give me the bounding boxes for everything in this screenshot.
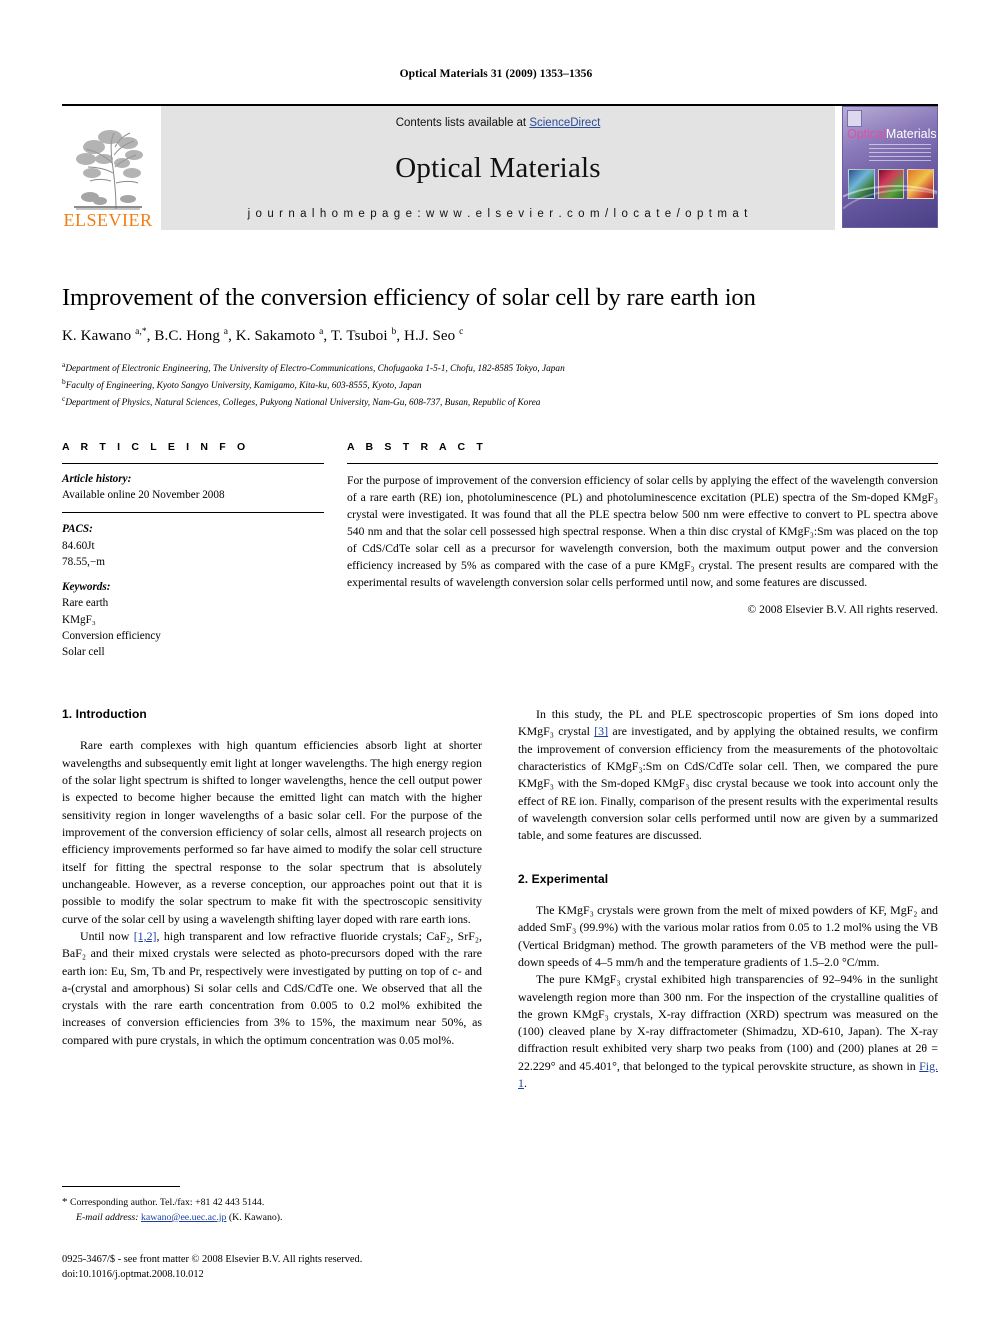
article-history-value: Available online 20 November 2008: [62, 489, 225, 502]
study-paragraph: In this study, the PL and PLE spectrosco…: [518, 706, 938, 845]
experimental-p2-text-b: .: [523, 1076, 527, 1091]
sciencedirect-link[interactable]: ScienceDirect: [529, 117, 600, 129]
section-heading-experimental: 2. Experimental: [518, 871, 609, 886]
affiliation-text-a: Department of Electronic Engineering, Th…: [65, 364, 565, 374]
abstract-text: For the purpose of improvement of the co…: [347, 474, 938, 590]
email-link[interactable]: kawano@ee.uec.ac.jp: [141, 1212, 226, 1223]
title-block: Improvement of the conversion efficiency…: [62, 284, 938, 411]
body-column-right: In this study, the PL and PLE spectrosco…: [518, 706, 938, 1092]
article-history-label: Article history:: [62, 473, 132, 485]
email-note: E-mail address: kawano@ee.uec.ac.jp (K. …: [62, 1211, 482, 1226]
paper-page: Optical Materials 31 (2009) 1353–1356 EL…: [0, 0, 992, 1323]
author-list: K. Kawano a,*, B.C. Hong a, K. Sakamoto …: [62, 326, 464, 344]
pacs-group: PACS: 84.60Jt 78.55,−m: [62, 513, 324, 570]
keyword-3: Solar cell: [62, 646, 105, 659]
running-head: Optical Materials 31 (2009) 1353–1356: [399, 68, 593, 80]
cover-subtitle-lines: [869, 144, 931, 161]
affiliation-list: aDepartment of Electronic Engineering, T…: [62, 359, 938, 411]
footnote-star-icon: *: [62, 1196, 68, 1208]
email-suffix: (K. Kawano).: [226, 1211, 283, 1223]
email-label: E-mail address:: [76, 1211, 139, 1223]
article-history-group: Article history: Available online 20 Nov…: [62, 471, 324, 503]
cover-title-part2: Materials: [885, 127, 937, 141]
cover-title: OpticalMaterials: [847, 127, 937, 141]
footnote-block: * Corresponding author. Tel./fax: +81 42…: [62, 1194, 482, 1225]
study-text-b: are investigated, and by applying the ob…: [518, 724, 938, 843]
journal-cover-thumbnail: OpticalMaterials: [842, 106, 938, 228]
article-info-heading: A R T I C L E I N F O: [62, 441, 250, 453]
abstract-column: A B S T R A C T For the purpose of impro…: [347, 441, 938, 669]
keywords-label: Keywords:: [62, 581, 111, 594]
corresponding-author-text: Corresponding author. Tel./fax: +81 42 4…: [69, 1197, 265, 1208]
pacs-value-1: 78.55,−m: [62, 555, 105, 568]
cover-title-part1: Optical: [847, 127, 886, 141]
experimental-paragraph-2: The pure KMgF₃ crystal exhibited high tr…: [518, 971, 938, 1092]
pacs-label: PACS:: [62, 523, 93, 536]
body-column-left: 1. Introduction Rare earth complexes wit…: [62, 706, 482, 1092]
elsevier-wordmark: ELSEVIER: [63, 210, 153, 230]
copyright-line: © 2008 Elsevier B.V. All rights reserved…: [747, 603, 938, 617]
affiliation-text-c: Department of Physics, Natural Sciences,…: [65, 398, 541, 409]
journal-homepage[interactable]: j o u r n a l h o m e p a g e : w w w . …: [248, 208, 749, 220]
article-info-column: A R T I C L E I N F O Article history: A…: [62, 441, 324, 669]
article-info-body: Article history: Available online 20 Nov…: [62, 464, 324, 660]
intro-p2-text-a: Until now: [80, 928, 134, 943]
corresponding-author-note: * Corresponding author. Tel./fax: +81 42…: [62, 1194, 482, 1211]
experimental-paragraph-1: The KMgF₃ crystals were grown from the m…: [518, 902, 938, 969]
intro-p2-text-b: , high transparent and low refractive fl…: [62, 928, 482, 1047]
info-abstract-row: A R T I C L E I N F O Article history: A…: [62, 441, 938, 669]
keywords-group: Keywords: Rare earth KMgF₃ Conversion ef…: [62, 579, 324, 660]
keyword-2: Conversion efficiency: [62, 629, 161, 642]
affiliation-a: aDepartment of Electronic Engineering, T…: [62, 359, 938, 376]
elsevier-logo: ELSEVIER: [62, 106, 154, 230]
body-columns: 1. Introduction Rare earth complexes wit…: [62, 706, 938, 1092]
citation-link-1-2[interactable]: [1,2]: [134, 929, 157, 943]
abstract-heading: A B S T R A C T: [347, 441, 487, 453]
elsevier-tree-icon: [70, 123, 146, 211]
pacs-value-0: 84.60Jt: [62, 539, 95, 552]
experimental-p2-text-a: The pure KMgF₃ crystal exhibited high tr…: [518, 972, 938, 1073]
affiliation-text-b: Faculty of Engineering, Kyoto Sangyo Uni…: [65, 381, 422, 392]
keyword-0: Rare earth: [62, 597, 109, 610]
keyword-1: KMgF₃: [62, 613, 96, 626]
journal-title: Optical Materials: [395, 152, 601, 184]
affiliation-b: bFaculty of Engineering, Kyoto Sangyo Un…: [62, 376, 938, 393]
journal-band: Contents lists available at ScienceDirec…: [161, 106, 835, 230]
intro-paragraph-1: Rare earth complexes with high quantum e…: [62, 738, 482, 926]
citation-link-3[interactable]: [3]: [594, 724, 608, 738]
intro-paragraph-2: Until now [1,2], high transparent and lo…: [62, 928, 482, 1049]
footer-block: 0925-3467/$ - see front matter © 2008 El…: [62, 1253, 662, 1283]
cover-elsevier-logo-icon: [847, 110, 862, 127]
contents-lists-line: Contents lists available at ScienceDirec…: [396, 117, 601, 129]
paper-title: Improvement of the conversion efficiency…: [62, 284, 756, 311]
issn-copyright-line: 0925-3467/$ - see front matter © 2008 El…: [62, 1254, 363, 1265]
contents-lists-prefix: Contents lists available at: [395, 117, 530, 129]
journal-masthead: ELSEVIER Contents lists available at Sci…: [62, 104, 938, 230]
doi-line: doi:10.1016/j.optmat.2008.10.012: [62, 1268, 204, 1280]
footnote-divider: [62, 1186, 180, 1187]
affiliation-c: cDepartment of Physics, Natural Sciences…: [62, 393, 938, 410]
section-heading-introduction: 1. Introduction: [62, 707, 147, 721]
